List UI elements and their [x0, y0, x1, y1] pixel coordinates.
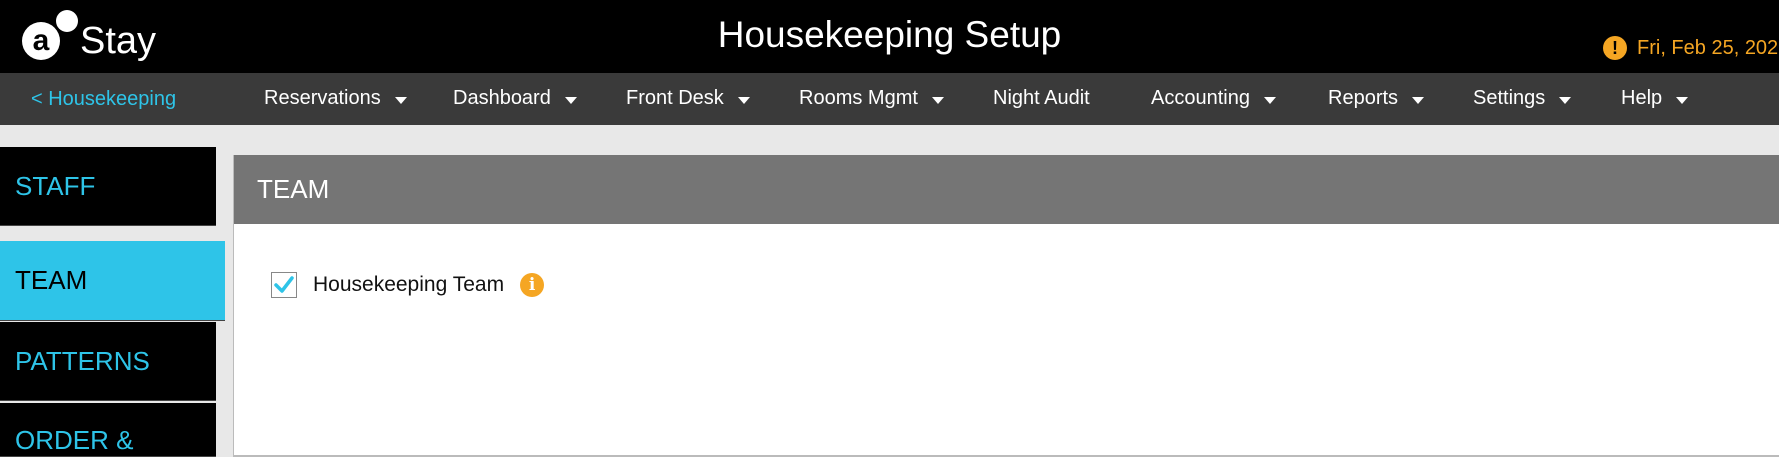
nav-rooms-mgmt[interactable]: Rooms Mgmt — [799, 87, 944, 110]
main-nav: < Housekeeping Reservations Dashboard Fr… — [0, 73, 1779, 125]
nav-settings[interactable]: Settings — [1473, 87, 1572, 110]
top-header: a Stay Housekeeping Setup ! Fri, Feb 25,… — [0, 0, 1779, 73]
alert-icon[interactable]: ! — [1603, 36, 1627, 60]
nav-front-desk[interactable]: Front Desk — [626, 87, 750, 110]
chevron-down-icon — [931, 96, 944, 104]
nav-accounting[interactable]: Accounting — [1151, 87, 1276, 110]
chevron-down-icon — [737, 96, 750, 104]
chevron-down-icon — [1412, 96, 1425, 104]
sidebar-item-label: PATTERNS — [15, 345, 150, 376]
sidebar-item-label: STAFF — [15, 170, 96, 201]
chevron-down-icon — [1559, 96, 1572, 104]
sidebar-item-team[interactable]: TEAM — [0, 241, 225, 321]
sidebar-item-order[interactable]: ORDER & — [0, 403, 216, 457]
chevron-down-icon — [1263, 96, 1276, 104]
current-date: Fri, Feb 25, 2022 — [1637, 36, 1779, 59]
nav-dashboard[interactable]: Dashboard — [453, 87, 577, 110]
sidebar-item-label: TEAM — [15, 265, 88, 295]
chevron-down-icon — [394, 96, 407, 104]
date-indicator[interactable]: ! Fri, Feb 25, 2022 — [1603, 36, 1779, 60]
info-icon[interactable]: i — [520, 273, 545, 297]
nav-help[interactable]: Help — [1621, 87, 1689, 110]
housekeeping-team-option: Housekeeping Team i — [271, 272, 545, 298]
nav-night-audit[interactable]: Night Audit — [993, 87, 1090, 110]
back-to-housekeeping-link[interactable]: < Housekeeping — [31, 88, 176, 111]
panel-title: TEAM — [234, 155, 1779, 224]
nav-reservations[interactable]: Reservations — [264, 87, 407, 110]
sidebar-item-staff[interactable]: STAFF — [0, 147, 216, 226]
sidebar-item-patterns[interactable]: PATTERNS — [0, 322, 216, 401]
chevron-down-icon — [1676, 96, 1689, 104]
sidebar-item-label: ORDER & — [15, 425, 134, 455]
team-panel: TEAM Housekeeping Team i — [233, 155, 1779, 457]
housekeeping-team-label: Housekeeping Team — [313, 273, 505, 296]
nav-reports[interactable]: Reports — [1328, 87, 1425, 110]
page-title: Housekeeping Setup — [717, 14, 1062, 55]
checkmark-icon — [274, 276, 294, 293]
housekeeping-team-checkbox[interactable] — [271, 272, 297, 298]
chevron-down-icon — [564, 96, 577, 104]
